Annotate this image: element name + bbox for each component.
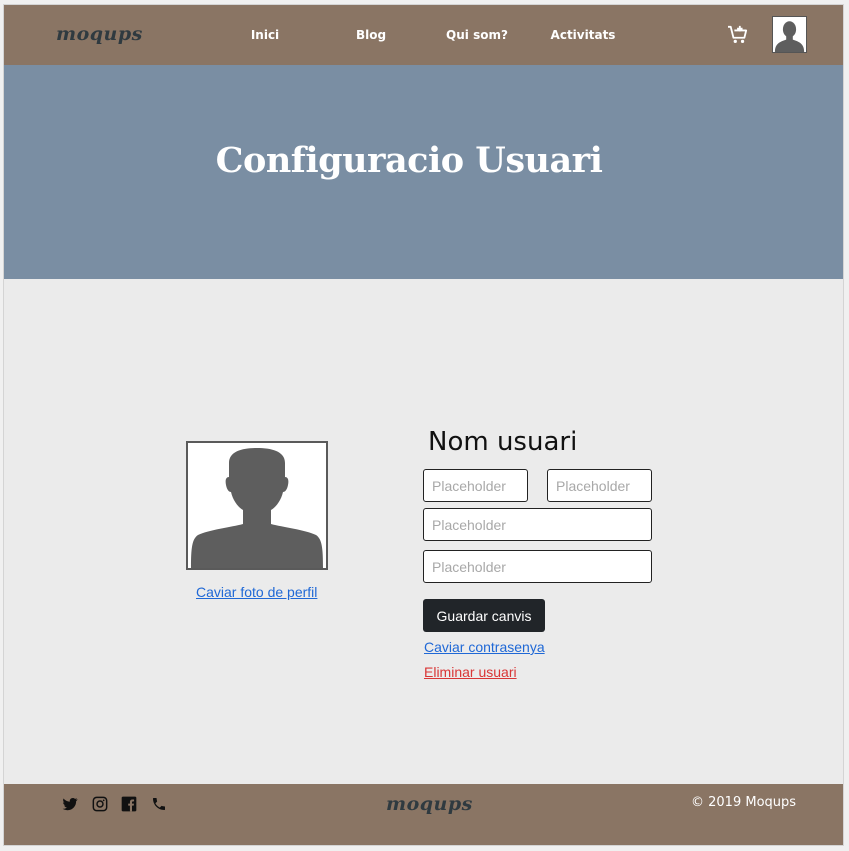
first-name-field[interactable] (423, 469, 528, 502)
nav-link-blog[interactable]: Blog (356, 28, 386, 42)
change-photo-link[interactable]: Caviar foto de perfil (196, 584, 317, 600)
nav-link-activitats[interactable]: Activitats (551, 28, 616, 42)
nav-link-qui-som[interactable]: Qui som? (446, 28, 508, 42)
email-field[interactable] (423, 508, 652, 541)
instagram-icon[interactable] (92, 796, 108, 812)
last-name-field[interactable] (547, 469, 652, 502)
user-avatar-icon[interactable] (772, 16, 807, 53)
copyright-text: © 2019 Moqups (691, 795, 797, 810)
page-title: Configuracio Usuari (215, 140, 603, 181)
change-password-link[interactable]: Caviar contrasenya (424, 639, 545, 655)
header-logo[interactable]: moqups (56, 23, 143, 45)
footer-logo[interactable]: moqups (386, 793, 473, 815)
twitter-icon[interactable] (62, 796, 78, 812)
delete-user-link[interactable]: Eliminar usuari (424, 664, 517, 680)
nav-link-inici[interactable]: Inici (251, 28, 279, 42)
phone-field[interactable] (423, 550, 652, 583)
profile-photo (186, 441, 328, 570)
hero-banner: Configuracio Usuari (4, 65, 843, 279)
user-silhouette-icon (188, 443, 326, 568)
navbar: moqups Inici Blog Qui som? Activitats (4, 5, 843, 65)
username-heading: Nom usuari (428, 427, 578, 457)
phone-icon[interactable] (151, 796, 167, 812)
page-frame: moqups Inici Blog Qui som? Activitats Co… (3, 4, 844, 846)
cart-add-icon[interactable] (727, 25, 749, 45)
facebook-icon[interactable] (121, 796, 137, 812)
save-button[interactable]: Guardar canvis (423, 599, 545, 632)
footer: moqups © 2019 Moqups (4, 784, 843, 845)
